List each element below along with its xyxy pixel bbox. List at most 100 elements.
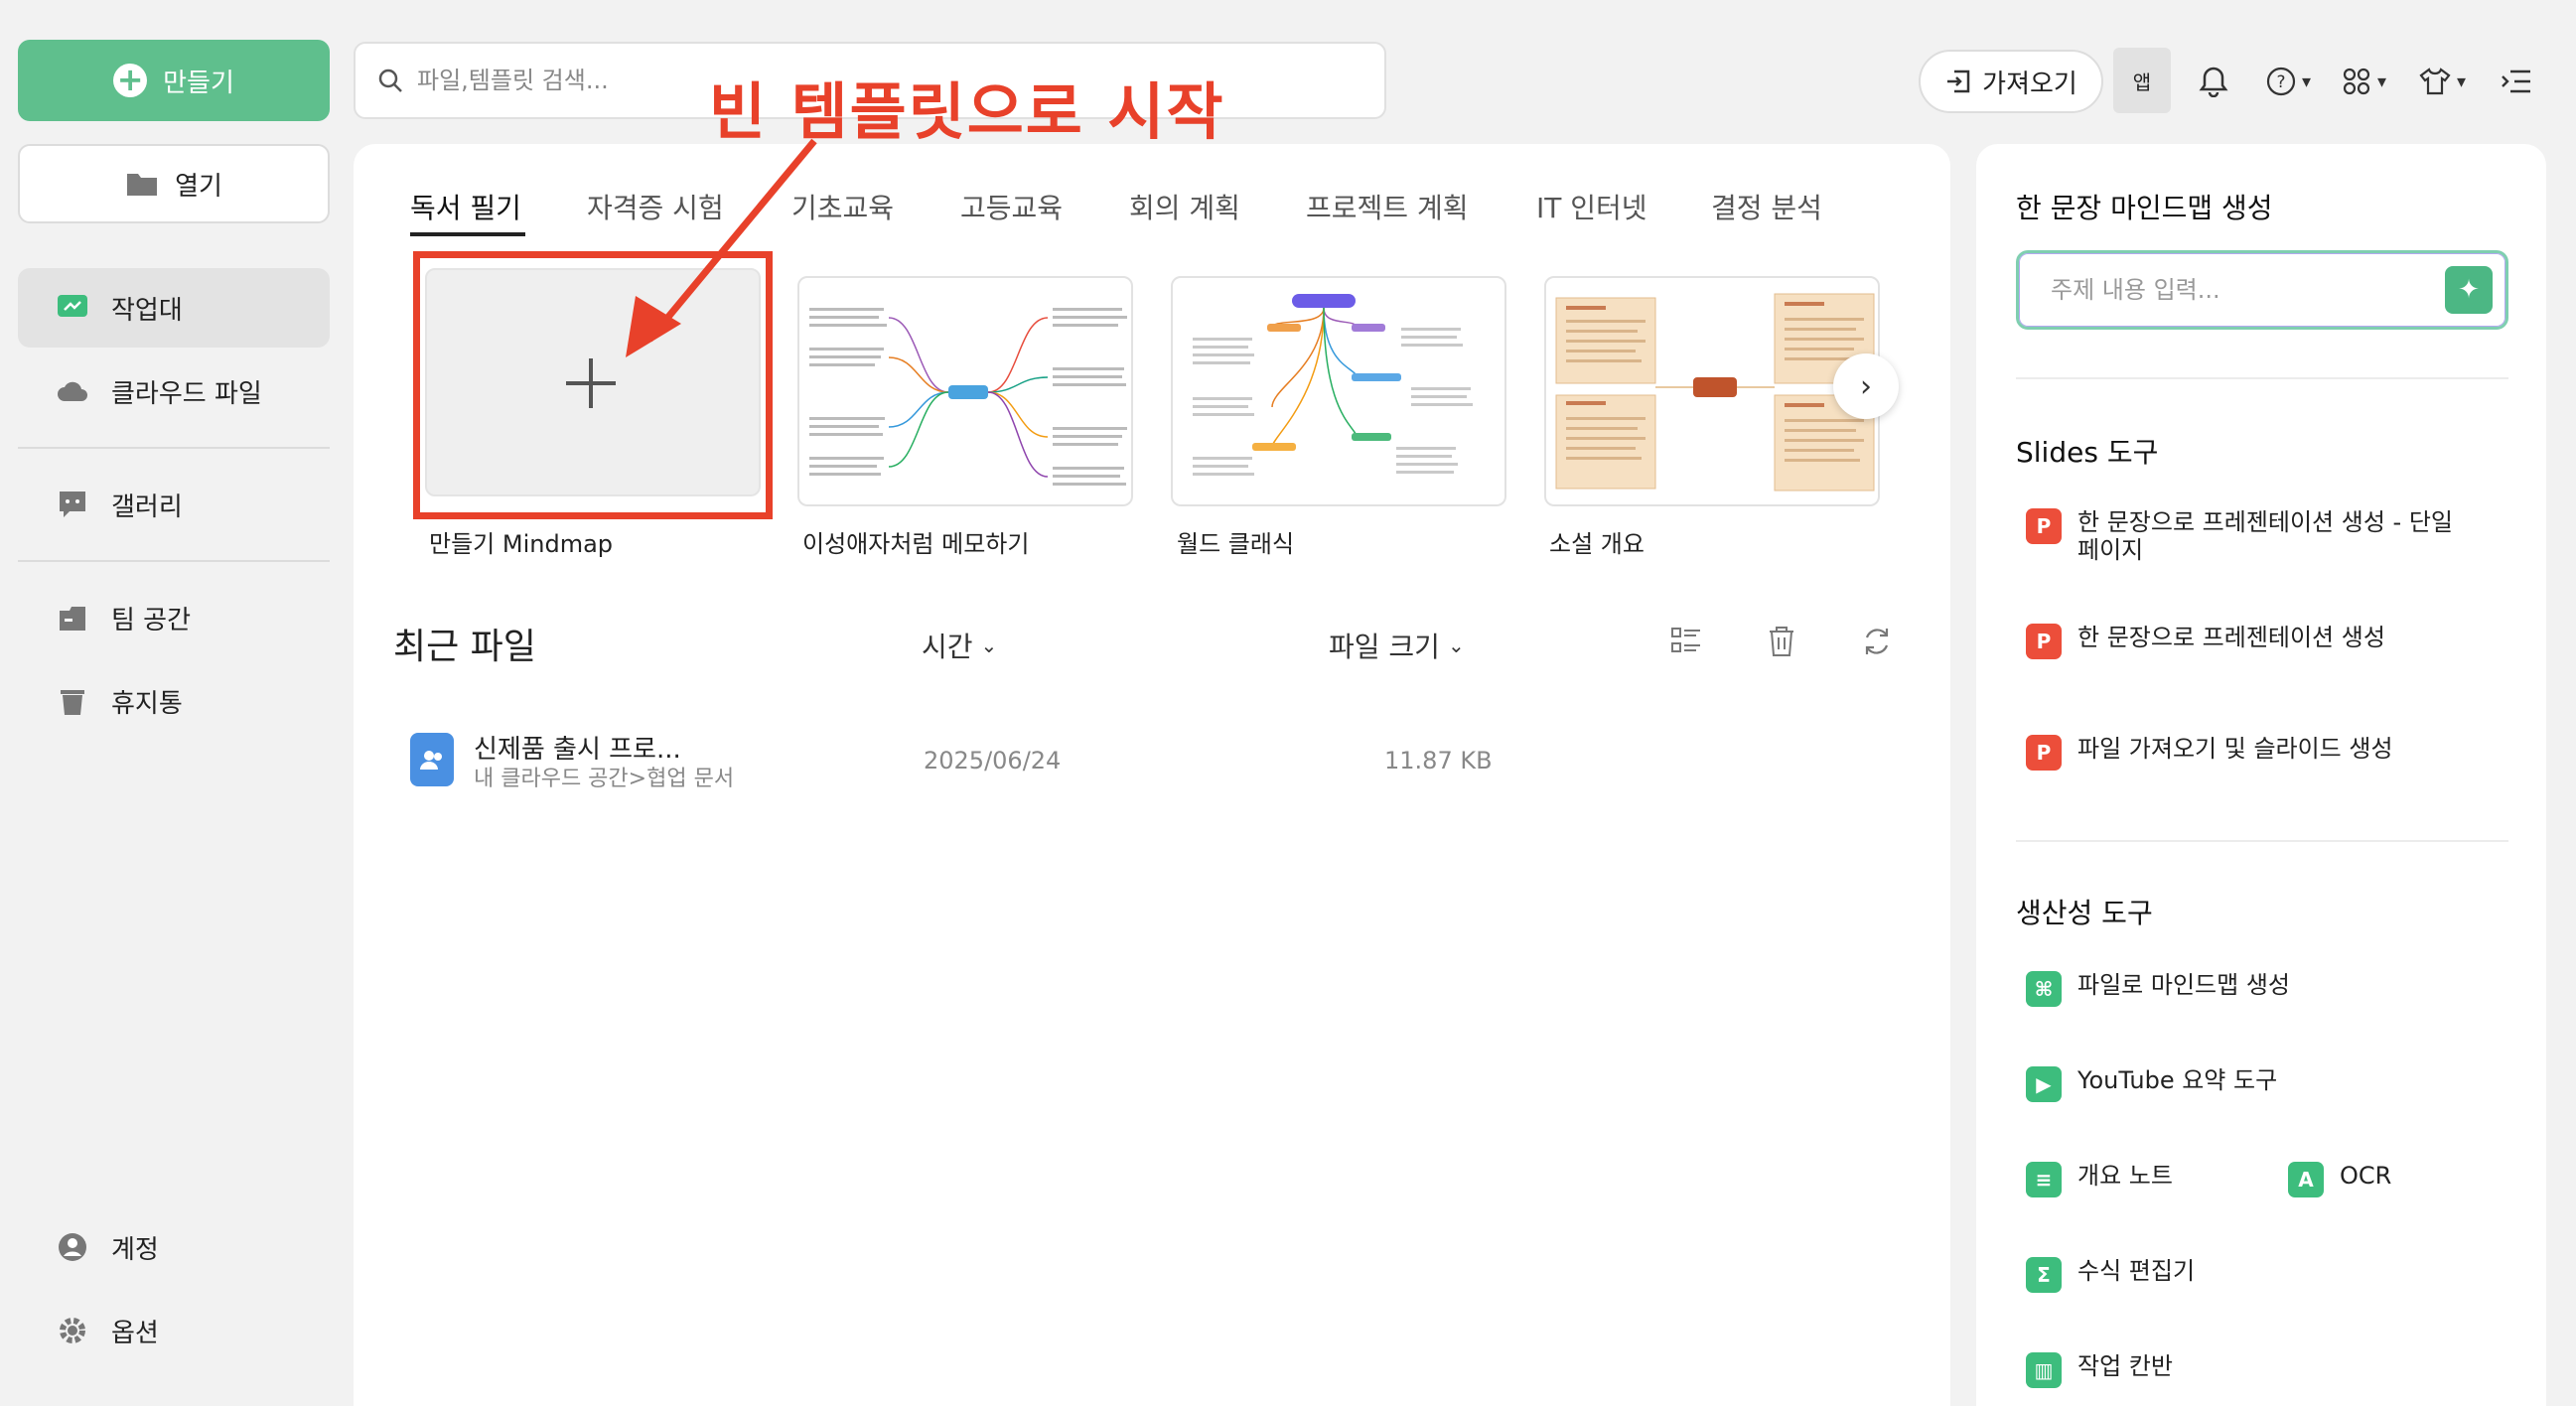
sidebar-item-label: 계정	[111, 1234, 159, 1265]
trash-icon	[56, 686, 89, 716]
sidebar-item-gallery[interactable]: 갤러리	[18, 465, 330, 544]
tab-decision-analysis[interactable]: 결정 분석	[1711, 187, 1822, 226]
shirt-icon	[2419, 68, 2451, 95]
play-icon: ▶	[2026, 1066, 2062, 1102]
tool-formula-editor[interactable]: Σ 수식 편집기	[2026, 1257, 2195, 1293]
chevron-down-icon: ⌄	[1447, 633, 1465, 657]
open-button[interactable]: 열기	[18, 144, 330, 223]
account-icon	[56, 1232, 89, 1262]
tab-active-indicator	[410, 232, 525, 236]
search-icon	[378, 69, 402, 92]
sidebar-item-label: 팀 공간	[111, 605, 192, 635]
refresh-icon[interactable]	[1859, 624, 1895, 659]
sidebar-item-account[interactable]: 계정	[18, 1207, 330, 1287]
ai-generate-button[interactable]: ✦	[2445, 266, 2493, 314]
slides-tools-title: Slides 도구	[2016, 436, 2159, 469]
theme-button[interactable]: ▾	[2419, 62, 2466, 101]
sidebar-item-trash[interactable]: 휴지통	[18, 661, 330, 741]
mindmap-thumbnail	[1193, 294, 1473, 476]
notification-button[interactable]	[2199, 62, 2228, 101]
right-divider	[2016, 377, 2508, 379]
sidebar-item-workbench[interactable]: 작업대	[18, 268, 330, 348]
tool-label: 한 문장으로 프레젠테이션 생성	[2077, 624, 2385, 651]
tool-label: OCR	[2340, 1162, 2392, 1190]
tab-reading-notes[interactable]: 독서 필기	[410, 187, 521, 226]
list-view-icon[interactable]	[1668, 624, 1704, 659]
mindmap-file-icon: ⌘	[2026, 971, 2062, 1007]
sidebar-item-label: 옵션	[111, 1318, 159, 1348]
bell-icon	[2199, 67, 2228, 97]
tool-label: 파일로 마인드맵 생성	[2077, 971, 2290, 999]
annotation-arrow	[626, 138, 817, 357]
tool-slides-single[interactable]: P 한 문장으로 프레젠테이션 생성 - 단일 페이지	[2026, 508, 2453, 564]
tool-slides-sentence[interactable]: P 한 문장으로 프레젠테이션 생성	[2026, 624, 2385, 659]
chevron-down-icon: ▾	[2302, 70, 2312, 92]
outline-menu-icon	[2502, 70, 2530, 93]
sidebar-item-label: 작업대	[111, 295, 183, 326]
sidebar-item-label: 휴지통	[111, 688, 183, 719]
chevron-down-icon: ⌄	[980, 633, 998, 657]
tab-it-internet[interactable]: IT 인터넷	[1536, 187, 1647, 226]
create-label: 만들기	[163, 68, 234, 98]
right-panel	[1976, 144, 2546, 1406]
file-size: 11.87 KB	[1384, 747, 1493, 774]
mindmap-thumbnail	[809, 308, 1127, 486]
gear-icon	[56, 1316, 89, 1345]
tool-outline-notes[interactable]: ≡ 개요 노트	[2026, 1162, 2173, 1197]
sidebar-item-cloud[interactable]: 클라우드 파일	[18, 352, 330, 431]
panel-toggle-button[interactable]	[2501, 62, 2532, 101]
topic-input[interactable]	[2051, 276, 2428, 304]
create-button[interactable]: + 만들기	[18, 40, 330, 121]
plus-icon: +	[113, 64, 148, 97]
recent-files-title: 최근 파일	[393, 627, 536, 667]
sparkle-icon: ✦	[2458, 275, 2480, 305]
help-button[interactable]: ? ▾	[2266, 62, 2311, 101]
import-button[interactable]: 가져오기	[1919, 50, 2103, 113]
template-card[interactable]	[1544, 276, 1880, 506]
column-label: 파일 크기	[1329, 631, 1440, 663]
ai-topic-field[interactable]	[2016, 250, 2508, 330]
sort-by-size[interactable]: 파일 크기 ⌄	[1329, 626, 1465, 665]
column-label: 시간	[922, 631, 973, 663]
tab-higher-education[interactable]: 고등교육	[960, 187, 1063, 226]
template-card[interactable]	[797, 276, 1133, 506]
svg-text:?: ?	[2276, 72, 2285, 92]
tool-label: YouTube 요약 도구	[2077, 1066, 2278, 1094]
apps-grid-button[interactable]: ▾	[2342, 62, 2386, 101]
sidebar-item-team[interactable]: 팀 공간	[18, 578, 330, 657]
mindmap-thumbnail	[1555, 293, 1875, 492]
team-space-icon	[56, 603, 89, 633]
tool-label: 작업 칸반	[2077, 1352, 2173, 1380]
open-label: 열기	[175, 171, 222, 202]
trash-icon[interactable]	[1764, 624, 1799, 659]
cloud-icon	[56, 376, 89, 406]
sidebar-item-label: 갤러리	[111, 492, 183, 522]
shared-file-icon	[410, 733, 454, 786]
ocr-icon: A	[2288, 1162, 2324, 1197]
tool-label: 수식 편집기	[2077, 1257, 2196, 1285]
template-label: 소설 개요	[1549, 530, 1645, 558]
template-label: 이성애자처럼 메모하기	[802, 530, 1030, 558]
tool-label: 파일 가져오기 및 슬라이드 생성	[2077, 735, 2393, 763]
help-icon: ?	[2266, 67, 2296, 96]
tab-project-plan[interactable]: 프로젝트 계획	[1306, 187, 1468, 226]
next-arrow-button[interactable]: ›	[1833, 353, 1899, 419]
tool-slides-import[interactable]: P 파일 가져오기 및 슬라이드 생성	[2026, 735, 2393, 771]
sort-by-time[interactable]: 시간 ⌄	[922, 626, 997, 665]
template-card[interactable]	[1171, 276, 1506, 506]
tool-youtube-summary[interactable]: ▶ YouTube 요약 도구	[2026, 1066, 2277, 1102]
tab-meeting-plan[interactable]: 회의 계획	[1129, 187, 1240, 226]
chevron-down-icon: ▾	[2457, 70, 2467, 92]
chevron-right-icon: ›	[1860, 368, 1872, 404]
import-icon	[1947, 70, 1970, 93]
tool-ocr[interactable]: A OCR	[2288, 1162, 2391, 1197]
sidebar-item-options[interactable]: 옵션	[18, 1291, 330, 1370]
tool-label: 개요 노트	[2077, 1162, 2173, 1190]
right-divider	[2016, 840, 2508, 842]
app-button[interactable]: 앱	[2113, 48, 2171, 113]
tool-kanban[interactable]: ▥ 작업 칸반	[2026, 1352, 2173, 1388]
tool-file-to-mindmap[interactable]: ⌘ 파일로 마인드맵 생성	[2026, 971, 2290, 1007]
workbench-icon	[56, 293, 89, 323]
presentation-icon: P	[2026, 624, 2062, 659]
presentation-icon: P	[2026, 508, 2062, 544]
